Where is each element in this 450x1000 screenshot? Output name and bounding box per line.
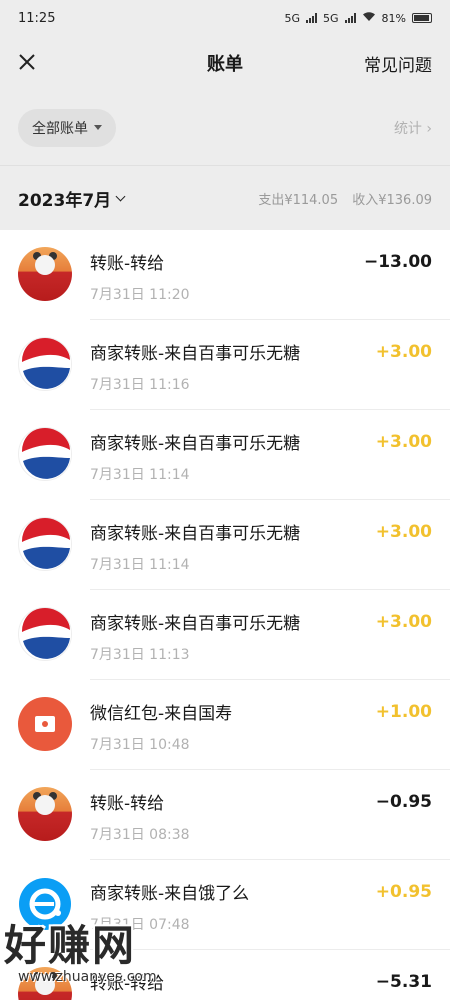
transaction-row[interactable]: 商家转账-来自饿了么 7月31日 07:48 +0.95 xyxy=(0,860,450,950)
transaction-time: 7月31日 10:48 xyxy=(90,737,190,753)
income-total: 收入¥136.09 xyxy=(352,192,432,208)
signal-icon xyxy=(306,13,318,23)
transaction-row[interactable]: 商家转账-来自百事可乐无糖 7月31日 11:14 +3.00 xyxy=(0,500,450,590)
chevron-right-icon: › xyxy=(426,120,432,137)
pepsi-logo-icon xyxy=(18,337,72,391)
transaction-row[interactable]: 转账-转给 7月31日 08:38 −0.95 xyxy=(0,770,450,860)
bill-filter-dropdown[interactable]: 全部账单 xyxy=(18,108,116,147)
transaction-amount: +0.95 xyxy=(375,882,432,902)
expense-total: 支出¥114.05 xyxy=(258,192,339,208)
month-summary: 支出¥114.05 收入¥136.09 xyxy=(258,189,432,208)
network-label-1: 5G xyxy=(284,11,301,25)
transaction-title: 商家转账-来自百事可乐无糖 xyxy=(90,434,301,454)
pepsi-logo-icon xyxy=(18,427,72,481)
transaction-list: 转账-转给 7月31日 11:20 −13.00 商家转账-来自百事可乐无糖 7月31日… xyxy=(0,230,450,1000)
transaction-title: 商家转账-来自百事可乐无糖 xyxy=(90,344,301,364)
network-label-2: 5G xyxy=(323,11,339,25)
transaction-row[interactable]: 微信红包-来自国寿 7月31日 10:48 +1.00 xyxy=(0,680,450,770)
transaction-time: 7月31日 11:16 xyxy=(90,377,190,393)
transaction-time: 7月31日 11:13 xyxy=(90,647,190,663)
transaction-row[interactable]: 转账-转给 −5.31 xyxy=(0,950,450,1000)
battery-icon xyxy=(412,13,432,23)
transaction-amount: +3.00 xyxy=(375,612,432,632)
person-avatar xyxy=(18,247,72,301)
faq-button[interactable]: 常见问题 xyxy=(364,51,432,76)
transaction-title: 商家转账-来自饿了么 xyxy=(90,884,250,904)
person-avatar xyxy=(18,967,72,1000)
transaction-title: 商家转账-来自百事可乐无糖 xyxy=(90,524,301,544)
transaction-amount: −0.95 xyxy=(375,792,432,812)
transaction-amount: +3.00 xyxy=(375,342,432,362)
transaction-title: 转账-转给 xyxy=(90,974,165,994)
transaction-amount: −5.31 xyxy=(375,972,432,992)
statistics-link[interactable]: 统计 › xyxy=(394,118,432,138)
close-icon[interactable] xyxy=(18,51,36,75)
transaction-row[interactable]: 转账-转给 7月31日 11:20 −13.00 xyxy=(0,230,450,320)
red-packet-icon xyxy=(18,697,72,751)
nav-bar: 账单 常见问题 xyxy=(0,36,450,90)
eleme-logo-icon xyxy=(18,877,72,931)
transaction-amount: +3.00 xyxy=(375,432,432,452)
transaction-time: 7月31日 07:48 xyxy=(90,917,190,933)
caret-down-icon xyxy=(94,125,102,130)
month-selector[interactable]: 2023年7月 xyxy=(18,186,126,211)
filter-row: 全部账单 统计 › xyxy=(0,90,450,166)
person-avatar xyxy=(18,787,72,841)
transaction-title: 转账-转给 xyxy=(90,254,165,274)
wifi-icon xyxy=(362,11,376,25)
status-time: 11:25 xyxy=(18,10,56,26)
transaction-time: 7月31日 11:14 xyxy=(90,557,190,573)
month-label: 2023年7月 xyxy=(18,190,112,211)
transaction-time: 7月31日 11:14 xyxy=(90,467,190,483)
transaction-title: 微信红包-来自国寿 xyxy=(90,704,233,724)
pepsi-logo-icon xyxy=(18,517,72,571)
battery-percent: 81% xyxy=(381,11,406,25)
status-bar: 11:25 5G 5G 81% xyxy=(0,0,450,36)
chevron-down-icon xyxy=(115,191,126,201)
transaction-row[interactable]: 商家转账-来自百事可乐无糖 7月31日 11:13 +3.00 xyxy=(0,590,450,680)
transaction-row[interactable]: 商家转账-来自百事可乐无糖 7月31日 11:14 +3.00 xyxy=(0,410,450,500)
transaction-time: 7月31日 08:38 xyxy=(90,827,190,843)
transaction-title: 转账-转给 xyxy=(90,794,165,814)
signal-icon-2 xyxy=(344,13,356,23)
transaction-title: 商家转账-来自百事可乐无糖 xyxy=(90,614,301,634)
transaction-row[interactable]: 商家转账-来自百事可乐无糖 7月31日 11:16 +3.00 xyxy=(0,320,450,410)
statistics-label: 统计 xyxy=(393,120,422,137)
pepsi-logo-icon xyxy=(18,607,72,661)
transaction-amount: +3.00 xyxy=(375,522,432,542)
transaction-amount: −13.00 xyxy=(363,252,432,272)
month-header: 2023年7月 支出¥114.05 收入¥136.09 xyxy=(0,166,450,230)
transaction-time: 7月31日 11:20 xyxy=(90,287,190,303)
transaction-amount: +1.00 xyxy=(375,702,432,722)
filter-label: 全部账单 xyxy=(32,120,88,137)
status-icons: 5G 5G 81% xyxy=(284,11,432,25)
